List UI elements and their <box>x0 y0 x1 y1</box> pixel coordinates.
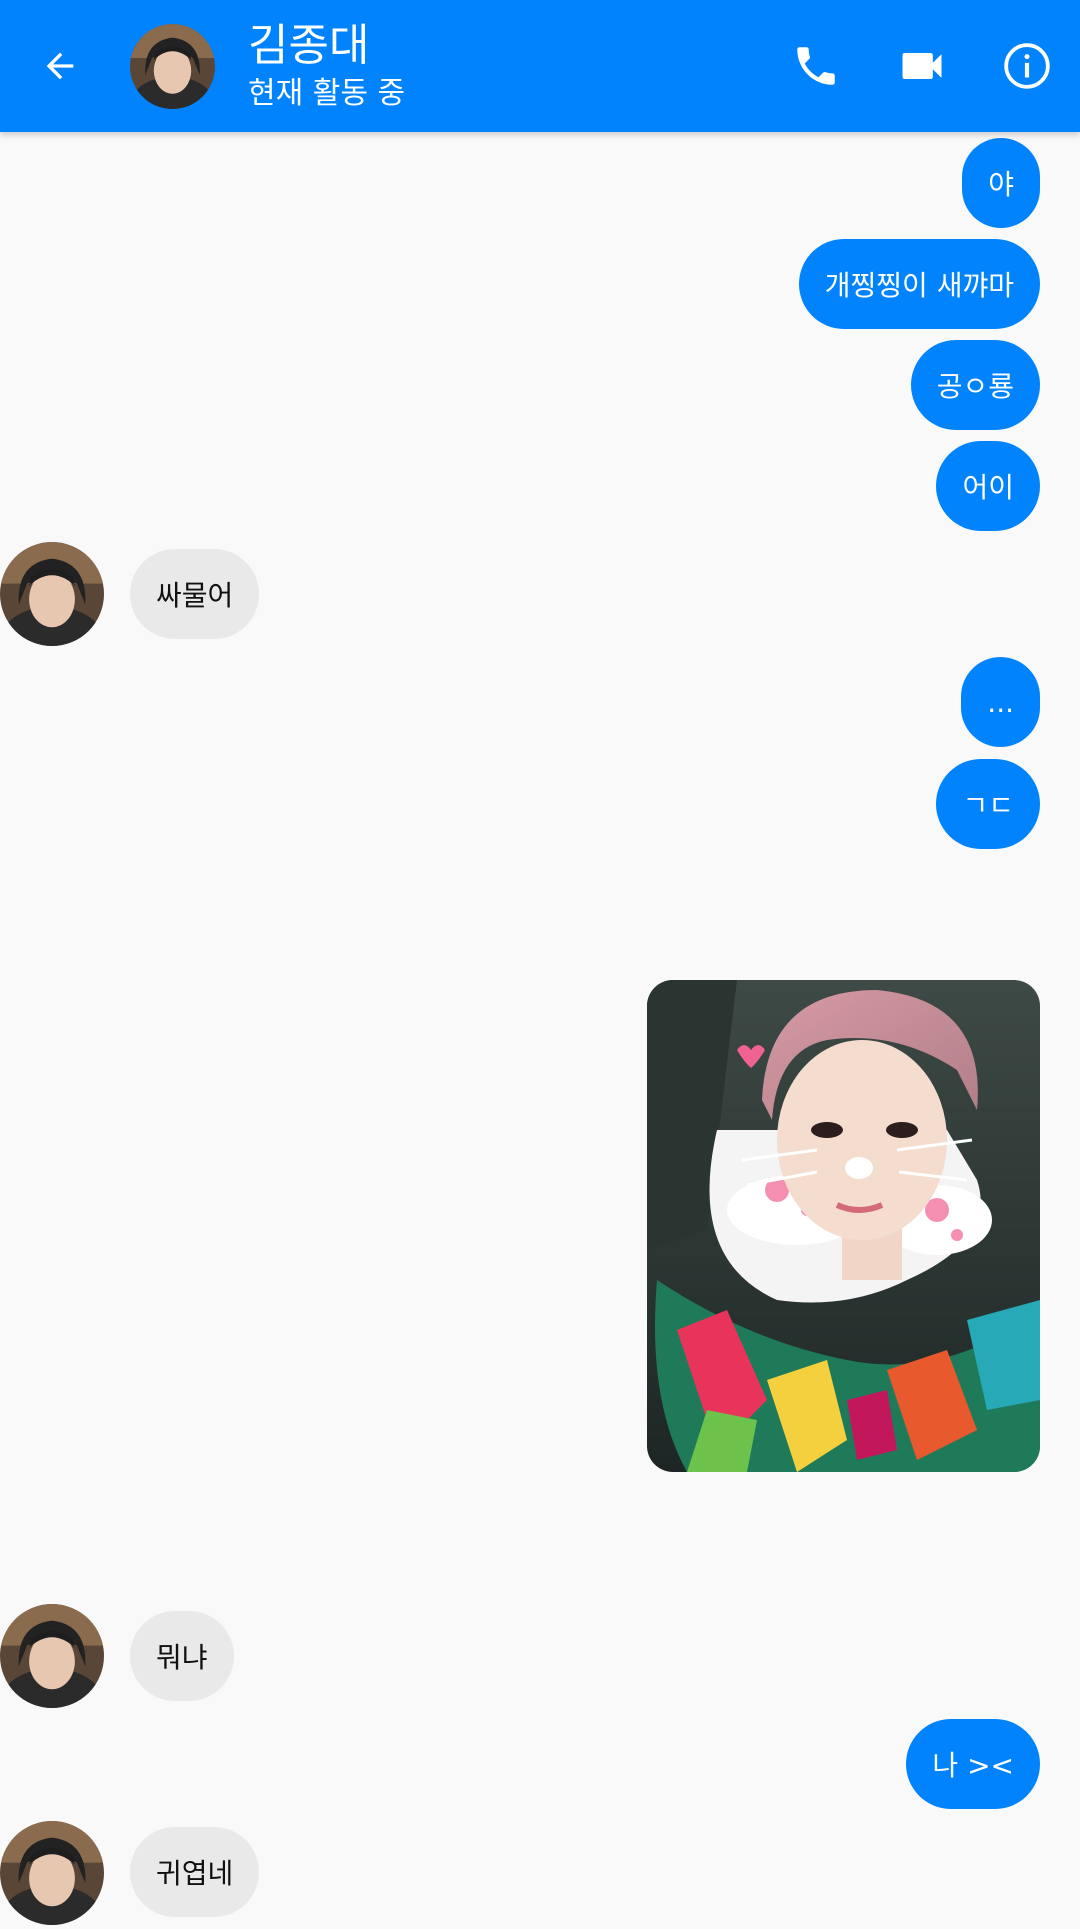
info-circle-icon <box>1004 43 1050 89</box>
sender-avatar[interactable] <box>0 542 104 646</box>
arrow-left-icon <box>46 52 74 80</box>
info-button[interactable] <box>997 36 1057 96</box>
avatar-image <box>0 1604 104 1708</box>
incoming-message[interactable]: 싸물어 <box>130 549 260 639</box>
outgoing-message[interactable]: 공ㅇ룡 <box>910 340 1040 430</box>
video-camera-icon <box>902 53 942 79</box>
active-status: 현재 활동 중 <box>248 76 406 111</box>
outgoing-message[interactable]: 야 <box>962 138 1040 228</box>
outgoing-message[interactable]: 나 >< <box>906 1719 1040 1809</box>
outgoing-message[interactable]: ㄱㄷ <box>936 759 1040 849</box>
contact-avatar[interactable] <box>130 24 215 109</box>
incoming-message[interactable]: 귀엽네 <box>130 1827 260 1917</box>
back-button[interactable] <box>30 36 90 96</box>
sender-avatar[interactable] <box>0 1604 104 1708</box>
outgoing-message[interactable]: 어이 <box>936 441 1040 531</box>
avatar-image <box>0 542 104 646</box>
voice-call-button[interactable] <box>786 36 846 96</box>
video-call-button[interactable] <box>892 36 952 96</box>
incoming-message[interactable]: 뭐냐 <box>130 1611 234 1701</box>
sender-avatar[interactable] <box>0 1821 104 1925</box>
shared-photo[interactable] <box>647 980 1040 1472</box>
outgoing-message[interactable]: ... <box>961 657 1040 747</box>
chat-header: 김종대 현재 활동 중 <box>0 0 1080 132</box>
avatar-image <box>130 24 215 109</box>
contact-name[interactable]: 김종대 <box>248 18 369 74</box>
outgoing-message[interactable]: 개찡찡이 새꺄마 <box>798 239 1040 329</box>
photo-image <box>647 980 1040 1472</box>
avatar-image <box>0 1821 104 1925</box>
phone-icon <box>797 47 835 85</box>
